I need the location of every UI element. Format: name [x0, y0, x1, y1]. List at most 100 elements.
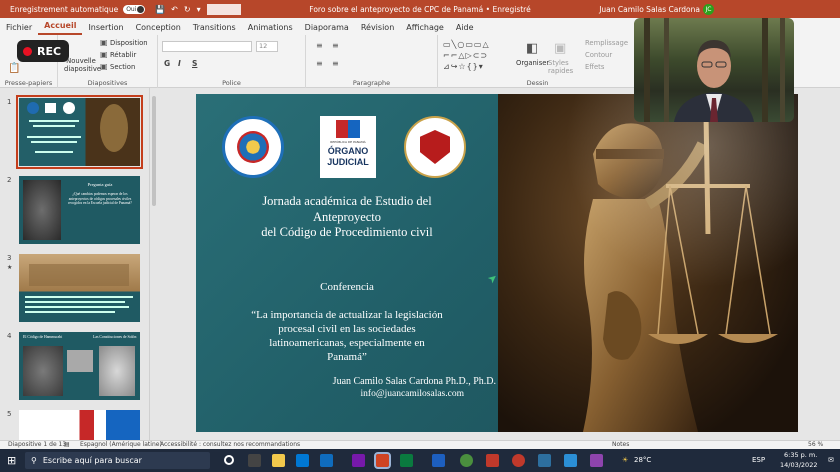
seal-emblem-icon: [237, 131, 269, 163]
current-slide[interactable]: REPÚBLICA DE PANAMÁ ÓRGANO JUDICIAL Jorn…: [196, 94, 798, 432]
section-button[interactable]: Section: [110, 63, 135, 71]
app-icon-2[interactable]: [538, 454, 551, 467]
clock-date[interactable]: 14/03/2022: [780, 461, 817, 469]
tab-accueil[interactable]: Accueil: [38, 21, 83, 35]
numbering-icon[interactable]: ≡: [332, 41, 339, 50]
thumbnail-1-art: [27, 102, 128, 153]
slide-thumbnail-3[interactable]: [19, 254, 140, 322]
font-size-select[interactable]: 12: [256, 41, 278, 52]
heading-line-2: Anteproyecto: [312, 209, 382, 224]
align-left-icon[interactable]: ≡: [316, 59, 323, 68]
heading-line-1: Jornada académica de Estudio del: [262, 194, 432, 208]
undo-icon[interactable]: ↶: [171, 5, 178, 14]
quote-line-4: Panamá”: [327, 351, 367, 363]
save-icon[interactable]: 💾: [155, 5, 165, 14]
new-slide-button[interactable]: Nouvelle diapositive: [64, 57, 101, 73]
taskbar-search[interactable]: ⚲ Escribe aquí para buscar: [25, 452, 210, 469]
thumbnail-4-left-image: [23, 346, 63, 396]
shapes-gallery[interactable]: ▭╲○▭▭△ ⌐⌐△▷⊂⊃ ⊿↪☆{}▾: [443, 39, 515, 73]
powerpoint-icon[interactable]: [374, 452, 391, 469]
onenote-icon[interactable]: [352, 454, 365, 467]
app-icon-3[interactable]: [564, 454, 577, 467]
zoom-level[interactable]: 56 %: [808, 441, 823, 448]
align-center-icon[interactable]: ≡: [332, 59, 339, 68]
thumbnail-4-center-image: [67, 350, 93, 372]
customize-icon[interactable]: ▾: [197, 5, 201, 14]
language-indicator[interactable]: Espagnol (Amérique latine): [80, 441, 162, 448]
teams-icon[interactable]: [320, 454, 333, 467]
font-group: 12 G I S Police: [158, 35, 306, 88]
webcam-overlay[interactable]: [634, 18, 794, 122]
scrollbar-thumb[interactable]: [152, 96, 156, 206]
windows-taskbar: ⊞ ⚲ Escribe aquí para buscar ☀ 28°C ESP …: [0, 449, 840, 472]
record-dot-icon: [23, 46, 32, 56]
effects-button[interactable]: Effets: [585, 63, 604, 71]
slide-thumbnails-pane: 1 2 Pregunta guía ¿Qué cambios podemos e…: [0, 88, 150, 440]
avatar[interactable]: JC: [703, 3, 714, 15]
redo-icon[interactable]: ↻: [184, 5, 191, 14]
notes-button[interactable]: Notes: [612, 441, 629, 448]
bold-button[interactable]: G: [164, 59, 170, 68]
cortana-icon[interactable]: [224, 455, 234, 465]
font-family-select[interactable]: [162, 41, 252, 52]
arrange-button[interactable]: Organiser: [516, 59, 549, 67]
layout-button[interactable]: Disposition: [110, 39, 148, 47]
slide-thumbnail-5[interactable]: [19, 410, 140, 440]
tab-animations[interactable]: Animations: [242, 23, 299, 35]
tab-insertion[interactable]: Insertion: [82, 23, 129, 35]
tab-conception[interactable]: Conception: [130, 23, 187, 35]
accessibility-status[interactable]: Accessibilité : consultez nos recommanda…: [160, 441, 300, 448]
tab-affichage[interactable]: Affichage: [400, 23, 450, 35]
slide-thumbnail-1[interactable]: [16, 95, 143, 169]
thumbnail-2-title: Pregunta guía: [87, 182, 113, 187]
app-icon[interactable]: [486, 454, 499, 467]
weather-icon[interactable]: ☀: [622, 456, 628, 464]
clipboard-group-label: Presse-papiers: [4, 79, 53, 87]
tab-aide[interactable]: Aide: [450, 23, 480, 35]
file-explorer-icon[interactable]: [272, 454, 285, 467]
tab-revision[interactable]: Révision: [355, 23, 400, 35]
quick-styles-icon: ▣: [554, 41, 567, 56]
youtube-icon[interactable]: [512, 454, 525, 467]
slide-thumbnail-4[interactable]: El Código de Hammurabi Las Constitucione…: [19, 332, 140, 400]
section-icon: ▣: [100, 62, 108, 71]
notifications-icon[interactable]: ✉: [828, 456, 834, 464]
excel-icon[interactable]: [400, 454, 413, 467]
slide-heading: Jornada académica de Estudio del Antepro…: [196, 194, 498, 241]
animation-star-icon: ★: [7, 264, 13, 271]
edge-icon[interactable]: [296, 454, 309, 467]
thumbnails-scrollbar[interactable]: [150, 88, 158, 440]
paste-icon[interactable]: 📋: [8, 63, 20, 74]
word-icon[interactable]: [432, 454, 445, 467]
task-view-icon[interactable]: [248, 454, 261, 467]
slide-number: 2: [7, 176, 12, 184]
presenter-video: [644, 18, 785, 122]
user-name[interactable]: Juan Camilo Salas Cardona: [599, 5, 700, 14]
fill-button[interactable]: Remplissage: [585, 39, 628, 47]
slide-number: 3: [7, 254, 12, 262]
input-language[interactable]: ESP: [752, 456, 765, 464]
bullets-icon[interactable]: ≡: [316, 41, 323, 50]
reset-button[interactable]: Rétablir: [110, 51, 136, 59]
autosave-toggle[interactable]: Oui: [123, 4, 146, 14]
chrome-icon[interactable]: [460, 454, 473, 467]
temperature[interactable]: 28°C: [634, 456, 651, 464]
app-icon-4[interactable]: [590, 454, 603, 467]
organo-label: ÓRGANO: [327, 146, 369, 156]
clock-time[interactable]: 6:35 p. m.: [784, 451, 817, 459]
windows-start-icon[interactable]: ⊞: [7, 454, 16, 467]
quick-access: 💾 ↶ ↻ ▾: [155, 5, 200, 14]
thumbnail-4-left-title: El Código de Hammurabi: [23, 335, 63, 339]
outline-button[interactable]: Contour: [585, 51, 612, 59]
slide-thumbnail-2[interactable]: Pregunta guía ¿Qué cambios podemos esper…: [19, 176, 140, 244]
italic-button[interactable]: I: [178, 59, 181, 68]
tab-transitions[interactable]: Transitions: [187, 23, 242, 35]
recording-indicator[interactable]: REC: [17, 40, 69, 62]
proofing-icon[interactable]: ▤: [64, 441, 70, 448]
tab-diaporama[interactable]: Diaporama: [299, 23, 355, 35]
organo-republic-label: REPÚBLICA DE PANAMÁ: [330, 140, 366, 144]
underline-button[interactable]: S: [192, 59, 197, 68]
quick-styles-button[interactable]: Styles rapides: [548, 59, 574, 75]
tab-fichier[interactable]: Fichier: [0, 23, 38, 35]
quick-access-box[interactable]: [206, 3, 241, 15]
